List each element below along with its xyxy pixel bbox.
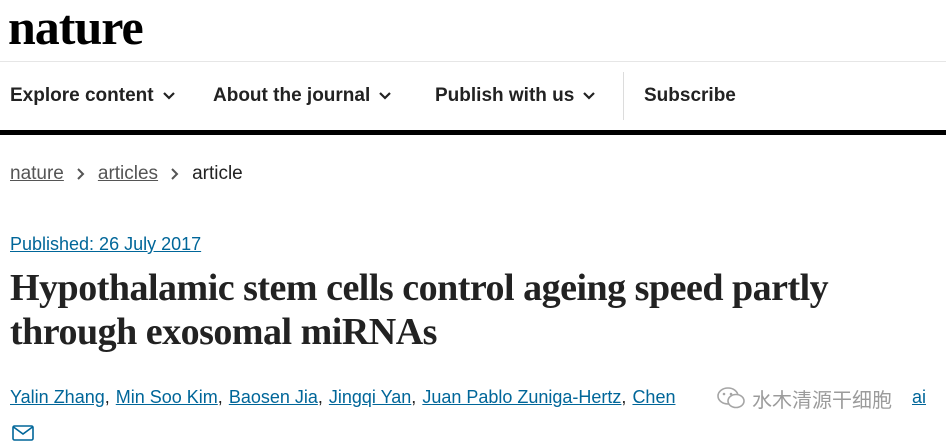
chevron-right-icon [77,168,85,180]
author-link[interactable]: Min Soo Kim [116,387,218,408]
author-link[interactable]: Yalin Zhang [10,387,105,408]
chevron-down-icon [583,92,596,100]
nav-label: Explore content [10,85,154,106]
author-separator: , [217,387,223,407]
breadcrumb-articles[interactable]: articles [98,163,158,185]
author-list: Yalin Zhang, Min Soo Kim, Baosen Jia, Ji… [10,387,675,408]
author-link[interactable]: Chen [632,387,675,408]
nature-logo[interactable]: nature [8,0,144,56]
breadcrumb-nature[interactable]: nature [10,163,64,185]
chevron-down-icon [162,92,175,100]
breadcrumb-article: article [192,163,243,184]
watermark: 水木清源干细胞 [716,380,928,416]
nav-label: Publish with us [435,85,575,106]
published-date[interactable]: Published: 26 July 2017 [10,234,201,255]
nav-label: About the journal [213,85,371,106]
author-link[interactable]: Baosen Jia [229,387,318,408]
author-separator: , [411,387,417,407]
nav-publish-with-us[interactable]: Publish with us [435,62,596,130]
nav-explore-content[interactable]: Explore content [10,62,176,130]
nav-subscribe[interactable]: Subscribe [644,62,736,130]
wechat-icon [717,387,745,409]
author-link[interactable]: Jingqi Yan [329,387,411,408]
nav-about-journal[interactable]: About the journal [213,62,392,130]
watermark-text: 水木清源干细胞 [752,389,892,412]
chevron-right-icon [171,168,179,180]
author-separator: , [621,387,627,407]
main-nav: Explore content About the journal Publis… [0,62,946,130]
author-link[interactable]: Juan Pablo Zuniga-Hertz [422,387,621,408]
author-separator: , [317,387,323,407]
nav-separator [623,72,624,120]
mail-icon[interactable] [12,425,34,441]
nav-label: Subscribe [644,85,736,106]
breadcrumb: nature articles article [10,163,243,185]
chevron-down-icon [379,92,392,100]
nav-bottom-rule [0,130,946,135]
author-separator: , [104,387,110,407]
article-title: Hypothalamic stem cells control ageing s… [10,267,829,353]
